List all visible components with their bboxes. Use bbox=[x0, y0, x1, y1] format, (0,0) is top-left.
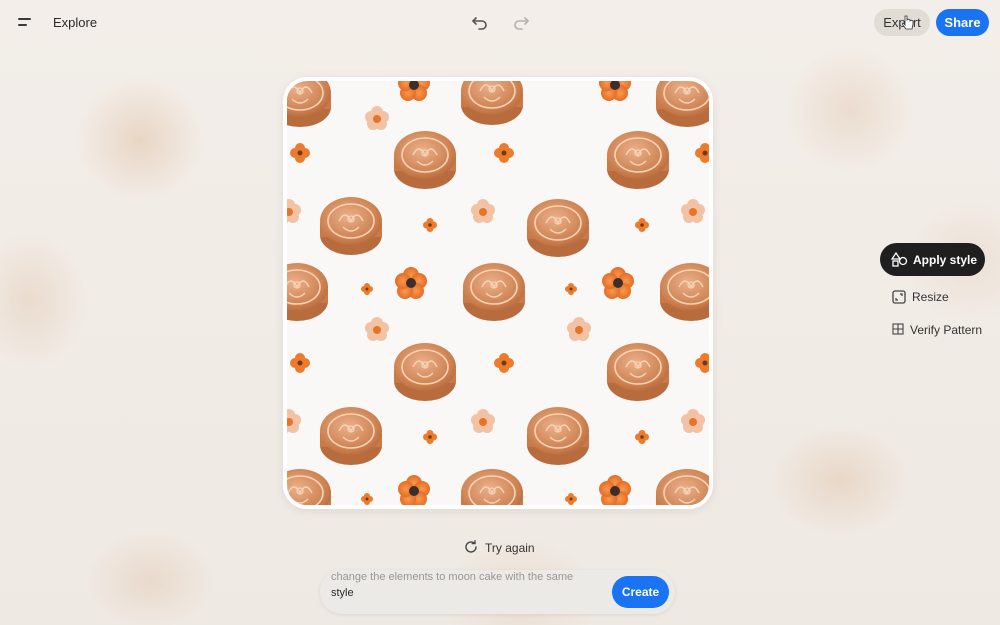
flower-motif bbox=[565, 283, 577, 295]
mooncake-motif bbox=[287, 81, 332, 128]
mooncake-motif bbox=[462, 262, 526, 322]
undo-icon[interactable] bbox=[468, 11, 492, 35]
hand-cursor-icon bbox=[902, 15, 914, 30]
verify-pattern-label: Verify Pattern bbox=[910, 323, 983, 337]
mooncake-motif bbox=[319, 196, 383, 256]
blossom-motif bbox=[287, 199, 301, 223]
prompt-line-2: style bbox=[331, 587, 354, 599]
blossom-motif bbox=[681, 199, 705, 223]
flower-motif bbox=[599, 81, 631, 101]
flower-motif bbox=[635, 430, 649, 444]
blossom-motif bbox=[365, 106, 389, 130]
mooncake-motif bbox=[526, 406, 590, 466]
try-again-label: Try again bbox=[485, 541, 535, 555]
mooncake-motif bbox=[460, 81, 524, 126]
mooncake-motif bbox=[606, 130, 670, 190]
mooncake-pattern-image bbox=[287, 81, 709, 505]
flower-motif bbox=[398, 81, 430, 101]
flower-motif bbox=[395, 267, 427, 299]
resize-icon bbox=[892, 290, 906, 304]
verify-pattern-button[interactable]: Verify Pattern bbox=[890, 323, 990, 339]
mooncake-motif bbox=[460, 468, 524, 505]
flower-motif bbox=[599, 475, 631, 505]
flower-motif bbox=[423, 218, 437, 232]
resize-button[interactable]: Resize bbox=[890, 290, 980, 306]
flower-motif bbox=[290, 143, 310, 163]
apply-style-button[interactable]: Apply style bbox=[880, 243, 985, 276]
shapes-icon bbox=[891, 251, 908, 267]
refresh-icon bbox=[465, 540, 477, 553]
blossom-motif bbox=[471, 409, 495, 433]
flower-motif bbox=[361, 283, 373, 295]
resize-label: Resize bbox=[912, 290, 949, 304]
flower-motif bbox=[695, 143, 709, 163]
blossom-motif bbox=[567, 317, 591, 341]
blossom-motif bbox=[681, 409, 705, 433]
flower-motif bbox=[423, 430, 437, 444]
top-bar: Explore Export Share bbox=[0, 0, 1000, 46]
flower-motif bbox=[635, 218, 649, 232]
prompt-bar: change the elements to moon cake with th… bbox=[320, 570, 675, 614]
blossom-motif bbox=[365, 317, 389, 341]
mooncake-motif bbox=[393, 130, 457, 190]
flower-motif bbox=[290, 353, 310, 373]
flower-motif bbox=[494, 353, 514, 373]
share-button[interactable]: Share bbox=[936, 9, 989, 36]
mooncake-motif bbox=[287, 468, 332, 505]
flower-motif bbox=[602, 267, 634, 299]
prompt-line-1: change the elements to moon cake with th… bbox=[331, 571, 574, 583]
mooncake-motif bbox=[393, 342, 457, 402]
pattern-canvas[interactable] bbox=[287, 81, 709, 505]
flower-motif bbox=[361, 493, 373, 505]
mooncake-motif bbox=[287, 262, 329, 322]
mooncake-motif bbox=[319, 406, 383, 466]
prompt-input[interactable]: change the elements to moon cake with th… bbox=[331, 569, 601, 601]
try-again-button[interactable]: Try again bbox=[463, 539, 543, 557]
page-title: Explore bbox=[53, 15, 98, 30]
blossom-motif bbox=[471, 199, 495, 223]
flower-motif bbox=[695, 353, 709, 373]
create-button[interactable]: Create bbox=[612, 576, 669, 608]
flower-motif bbox=[494, 143, 514, 163]
mooncake-motif bbox=[655, 468, 709, 505]
mooncake-motif bbox=[655, 81, 709, 128]
flower-motif bbox=[398, 475, 430, 505]
mooncake-motif bbox=[659, 262, 709, 322]
flower-motif bbox=[565, 493, 577, 505]
blossom-motif bbox=[287, 409, 301, 433]
mooncake-motif bbox=[526, 198, 590, 258]
redo-icon[interactable] bbox=[509, 11, 533, 35]
apply-style-label: Apply style bbox=[913, 253, 978, 267]
mooncake-motif bbox=[606, 342, 670, 402]
grid-icon bbox=[892, 323, 904, 335]
menu-icon[interactable] bbox=[14, 12, 36, 34]
